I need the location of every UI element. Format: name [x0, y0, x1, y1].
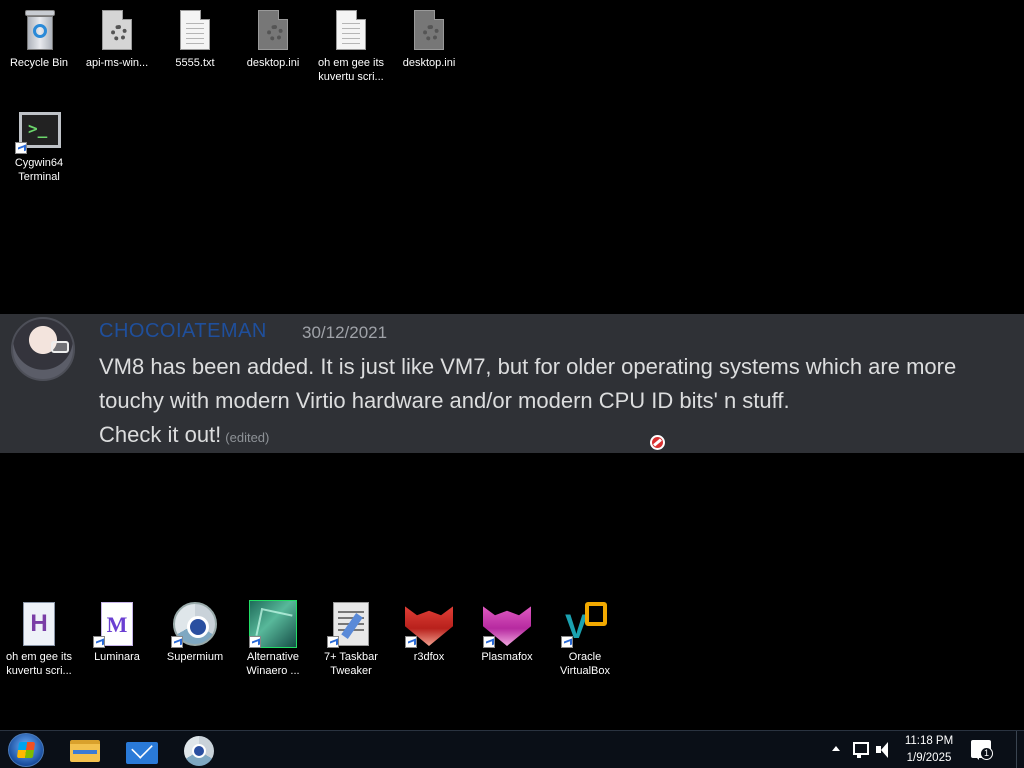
taskbar-file-explorer[interactable] — [62, 734, 106, 766]
desktop-icon-label: api-ms-win... — [85, 57, 149, 69]
r3dfox-icon — [405, 600, 453, 648]
start-button[interactable] — [8, 733, 44, 767]
desktop-icon-label: 7+ Taskbar Tweaker — [324, 651, 378, 677]
desktop-icon-label: oh em gee its kuvertu scri... — [317, 57, 385, 83]
desktop-icon-r3dfox[interactable]: r3dfox — [390, 600, 468, 664]
desktop-icon-label: Cygwin64 Terminal — [14, 157, 64, 183]
mail-icon — [126, 742, 158, 764]
message-line-3-text: Check it out! — [99, 422, 222, 447]
virtualbox-icon: V — [561, 600, 609, 648]
desktop-icon-luminara[interactable]: M Luminara — [78, 600, 156, 664]
user-avatar — [11, 317, 75, 381]
folder-icon — [70, 740, 100, 762]
desktop-icon-cygwin64-terminal[interactable]: >_ Cygwin64 Terminal — [0, 106, 78, 184]
edited-tag: (edited) — [225, 430, 270, 445]
shortcut-arrow-icon — [249, 636, 261, 648]
shortcut-arrow-icon — [93, 636, 105, 648]
message-body: VM8 has been added. It is just like VM7,… — [99, 350, 1019, 455]
shortcut-arrow-icon — [483, 636, 495, 648]
message-line-2: touchy with modern Virtio hardware and/o… — [99, 388, 790, 413]
show-hidden-icons-chevron-icon[interactable] — [829, 741, 843, 757]
h-document-icon: H — [15, 600, 63, 648]
show-desktop-button[interactable] — [1016, 731, 1024, 768]
desktop-icon-7-taskbar-tweaker[interactable]: 7+ Taskbar Tweaker — [312, 600, 390, 678]
system-file-icon — [93, 6, 141, 54]
desktop[interactable]: Recycle Bin api-ms-win... 5555.txt deskt… — [0, 0, 1024, 730]
unavailable-cursor-icon — [650, 435, 665, 450]
message-timestamp: 30/12/2021 — [302, 323, 388, 342]
desktop-icon-kuvertu-script-1[interactable]: oh em gee its kuvertu scri... — [312, 6, 390, 84]
desktop-icon-label: Luminara — [94, 651, 140, 663]
desktop-icon-label: Supermium — [166, 651, 224, 663]
plasmafox-icon — [483, 600, 531, 648]
desktop-icon-desktop-ini-1[interactable]: desktop.ini — [234, 6, 312, 70]
recycle-bin-icon — [15, 6, 63, 54]
desktop-icon-alternative-winaero[interactable]: Alternative Winaero ... — [234, 600, 312, 678]
clock-date: 1/9/2025 — [906, 752, 952, 764]
taskbar-tweaker-icon — [327, 600, 375, 648]
desktop-icon-label: 5555.txt — [175, 57, 215, 69]
settings-file-icon — [249, 6, 297, 54]
desktop-icon-kuvertu-script-2[interactable]: H oh em gee its kuvertu scri... — [0, 600, 78, 678]
settings-file-icon — [405, 6, 453, 54]
supermium-icon — [171, 600, 219, 648]
winaero-icon — [249, 600, 297, 648]
desktop-icon-label: Plasmafox — [481, 651, 533, 663]
desktop-icon-label: desktop.ini — [402, 57, 456, 69]
shortcut-arrow-icon — [405, 636, 417, 648]
message-line-3: Check it out! (edited) — [99, 418, 1019, 455]
desktop-icon-label: oh em gee its kuvertu scri... — [5, 651, 73, 677]
notification-badge: 1 — [980, 747, 993, 760]
supermium-icon — [184, 736, 214, 766]
desktop-icon-desktop-ini-2[interactable]: desktop.ini — [390, 6, 468, 70]
text-file-icon — [171, 6, 219, 54]
clock-time: 11:18 PM — [904, 735, 954, 747]
desktop-icon-label: desktop.ini — [246, 57, 300, 69]
terminal-icon: >_ — [15, 106, 63, 154]
network-icon[interactable] — [851, 741, 869, 759]
desktop-icon-5555-txt[interactable]: 5555.txt — [156, 6, 234, 70]
desktop-icon-supermium[interactable]: Supermium — [156, 600, 234, 664]
desktop-icon-label: Alternative Winaero ... — [246, 651, 300, 677]
text-file-icon — [327, 6, 375, 54]
volume-icon[interactable] — [875, 741, 895, 759]
desktop-icon-oracle-virtualbox[interactable]: V Oracle VirtualBox — [546, 600, 624, 678]
message-line-1: VM8 has been added. It is just like VM7,… — [99, 354, 957, 379]
taskbar-supermium[interactable] — [176, 734, 220, 766]
desktop-icon-api-ms-win[interactable]: api-ms-win... — [78, 6, 156, 70]
desktop-icon-label: r3dfox — [413, 651, 445, 663]
taskbar: 11:18 PM 1/9/2025 1 — [0, 730, 1024, 768]
shortcut-arrow-icon — [561, 636, 573, 648]
message-username: CHOCOIATEMAN — [99, 320, 267, 342]
desktop-icon-label: Oracle VirtualBox — [560, 651, 610, 677]
shortcut-arrow-icon — [327, 636, 339, 648]
desktop-icon-label: Recycle Bin — [9, 57, 69, 69]
windows-logo-icon — [16, 742, 36, 758]
luminara-icon: M — [93, 600, 141, 648]
desktop-icon-recycle-bin[interactable]: Recycle Bin — [0, 6, 78, 70]
shortcut-arrow-icon — [171, 636, 183, 648]
desktop-icon-plasmafox[interactable]: Plasmafox — [468, 600, 546, 664]
shortcut-arrow-icon — [15, 142, 27, 154]
taskbar-mail[interactable] — [120, 734, 164, 766]
taskbar-clock[interactable]: 11:18 PM 1/9/2025 — [900, 733, 958, 767]
